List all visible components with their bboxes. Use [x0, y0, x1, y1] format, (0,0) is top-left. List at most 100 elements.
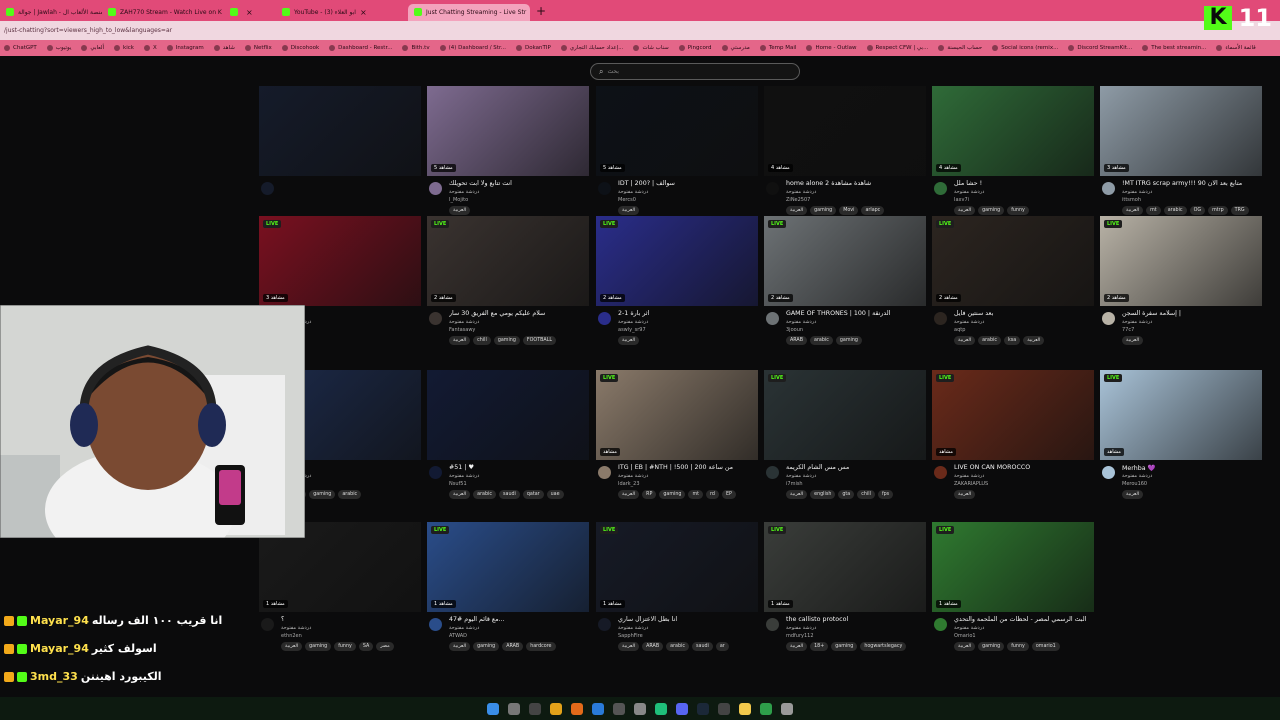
streamer-name[interactable]: aqtp — [954, 327, 965, 333]
stream-title[interactable]: أنا بطل الاعتزال ساري — [618, 616, 758, 623]
tag[interactable]: ARAB — [642, 642, 664, 651]
streamer-name[interactable]: Mercs0 — [618, 197, 636, 203]
stream-card[interactable]: LIVE 2 مشاهد أثر بارة 1-2 دردشة مفتوحة aswly… — [596, 216, 758, 356]
stream-card[interactable]: 5 مشاهد انت تتابع ولا ابت تحويلك دردشة مفت… — [427, 86, 589, 226]
stream-category[interactable]: دردشة مفتوحة — [449, 189, 479, 195]
vscode-icon[interactable] — [592, 702, 604, 715]
streamer-name[interactable]: ZAKARIAPLUS — [954, 481, 988, 487]
tag[interactable]: gta — [838, 490, 855, 499]
tag[interactable]: SA — [358, 642, 374, 651]
stream-card[interactable]: LIVE 2 مشاهد إسلامة سفرة السجن | دردشة مفتو… — [1100, 216, 1262, 356]
stream-title[interactable]: ؟ — [281, 616, 421, 623]
avatar[interactable] — [1102, 466, 1115, 479]
stream-category[interactable]: دردشة مفتوحة — [1122, 319, 1152, 325]
streamer-name[interactable]: Omario1 — [954, 633, 976, 639]
tag[interactable]: omario1 — [1031, 642, 1060, 651]
tag[interactable]: gaming — [978, 206, 1005, 215]
tag[interactable]: العربية — [786, 490, 808, 499]
tag[interactable]: العربية — [1023, 336, 1045, 345]
app3-icon[interactable] — [634, 702, 646, 715]
folder-icon[interactable] — [739, 702, 751, 715]
tag[interactable]: funny — [1007, 642, 1029, 651]
tag[interactable]: TRG — [1230, 206, 1249, 215]
tag[interactable]: uae — [546, 490, 564, 499]
tag[interactable]: fps — [877, 490, 894, 499]
streamer-name[interactable]: ZiNe2507 — [786, 197, 810, 203]
stream-thumbnail[interactable]: LIVE 2 مشاهد — [932, 216, 1094, 306]
tag[interactable]: مصر — [376, 642, 394, 651]
stream-title[interactable]: البث الرسمي لمصر - لحظات من الملحمة والت… — [954, 616, 1094, 623]
bookmark-item[interactable]: إعداد حسابك التجاري... — [560, 45, 623, 51]
tag[interactable]: gaming — [305, 642, 332, 651]
bookmark-item[interactable]: Dashboard - Restr... — [329, 45, 392, 51]
tag[interactable]: arabic — [338, 490, 362, 499]
streamer-name[interactable]: Fantasawy — [449, 327, 475, 333]
stream-card[interactable]: 4 مشاهد حشا ملل ! دردشة مفتوحة Iaxv7i العربي… — [932, 86, 1094, 226]
streamer-name[interactable]: Merou160 — [1122, 481, 1147, 487]
tag[interactable]: saudi — [499, 490, 520, 499]
bookmark-item[interactable]: DokanTIP — [515, 45, 551, 51]
bookmark-item[interactable]: Pingcord — [678, 45, 712, 51]
bookmark-item[interactable]: ChatGPT — [4, 45, 37, 51]
bookmark-item[interactable]: Discohook — [281, 45, 319, 51]
avatar[interactable] — [766, 466, 779, 479]
tag[interactable]: arabic — [978, 336, 1001, 345]
stream-category[interactable]: دردشة مفتوحة — [1122, 189, 1152, 195]
stream-card[interactable]: 3 مشاهد !MT ITRG scrap army!!! 90 متابع ب… — [1100, 86, 1262, 226]
tag[interactable]: العربية — [954, 642, 976, 651]
tag[interactable]: chill — [473, 336, 491, 345]
search-input[interactable]: ⌕ بحث — [590, 63, 800, 80]
tag[interactable]: qatar — [522, 490, 544, 499]
stream-category[interactable]: دردشة مفتوحة — [786, 625, 816, 631]
tag[interactable]: العربية — [618, 336, 640, 345]
stream-card[interactable]: #51 | ♥ دردشة مفتوحة Nsuf51 العربية arabic sa… — [427, 370, 589, 510]
tag[interactable]: english — [810, 490, 836, 499]
stream-category[interactable]: دردشة مفتوحة — [786, 319, 816, 325]
bookmark-item[interactable]: يوتيوب — [46, 45, 71, 51]
bookmark-item[interactable]: (4) Dashboard / Str... — [439, 45, 506, 51]
tag[interactable]: arabic — [1163, 206, 1187, 215]
tag[interactable]: RP — [642, 490, 657, 499]
tag[interactable]: ksa — [1004, 336, 1021, 345]
avatar[interactable] — [429, 182, 442, 195]
stream-thumbnail[interactable]: LIVE 2 مشاهد — [596, 216, 758, 306]
stream-title[interactable]: the callisto protocol — [786, 616, 926, 623]
stream-category[interactable]: دردشة مفتوحة — [786, 189, 816, 195]
tag[interactable]: mt — [688, 490, 703, 499]
stream-card[interactable]: LIVE 1 مشاهد the callisto protocol دردشة مف… — [764, 522, 926, 662]
stream-category[interactable]: دردشة مفتوحة — [1122, 473, 1152, 479]
close-icon[interactable]: × — [360, 8, 367, 17]
settings-icon[interactable] — [781, 702, 793, 715]
tag[interactable]: gaming — [810, 206, 837, 215]
stream-title[interactable]: حشا ملل ! — [954, 180, 1094, 187]
tag[interactable]: OG — [1189, 206, 1206, 215]
stream-card[interactable]: 1 مشاهد ؟ دردشة مفتوحة ethn2en العربية gaming… — [259, 522, 421, 662]
stream-card[interactable]: LIVE 2 مشاهد سلام عليكم يومي مع الفريق 30 … — [427, 216, 589, 356]
stream-card[interactable]: LIVE 2 مشاهد GAME OF THRONES | 100 | الدرن… — [764, 216, 926, 356]
streamer-name[interactable]: Idark_23 — [618, 481, 640, 487]
stream-title[interactable]: #51 | ♥ — [449, 464, 589, 471]
stream-card[interactable] — [259, 86, 421, 226]
avatar[interactable] — [934, 182, 947, 195]
stream-category[interactable]: دردشة مفتوحة — [618, 189, 648, 195]
stream-title[interactable]: LIVE ON CAN MOROCCO — [954, 464, 1094, 471]
stream-title[interactable]: مس مس الشام الكريمة — [786, 464, 926, 471]
stream-title[interactable]: Merhba 💜 — [1122, 464, 1262, 472]
stream-category[interactable]: دردشة مفتوحة — [449, 625, 479, 631]
bookmark-item[interactable]: X — [143, 45, 157, 51]
tag[interactable]: العربية — [786, 206, 808, 215]
tag[interactable]: arabic — [473, 490, 496, 499]
avatar[interactable] — [429, 618, 442, 631]
browser-tab[interactable]: × — [224, 4, 276, 21]
stream-thumbnail[interactable]: LIVE 1 مشاهد — [596, 522, 758, 612]
stream-thumbnail[interactable]: LIVE 2 مشاهد — [1100, 216, 1262, 306]
bookmark-item[interactable]: Respect CFW | بي... — [866, 45, 928, 51]
streamer-name[interactable]: SapphFire — [618, 633, 643, 639]
bookmark-item[interactable]: Instagram — [166, 45, 204, 51]
search-taskbar-icon[interactable] — [508, 702, 520, 715]
browser-tab[interactable]: YouTube - (3) ابو العلاء × — [276, 4, 408, 21]
browser-tab[interactable]: جوالة | Jawlah - منصة الألعاب ال× — [0, 4, 102, 21]
avatar[interactable] — [261, 182, 274, 195]
tag[interactable]: gaming — [978, 642, 1005, 651]
stream-title[interactable]: GAME OF THRONES | 100 | الدرنقة — [786, 310, 926, 317]
